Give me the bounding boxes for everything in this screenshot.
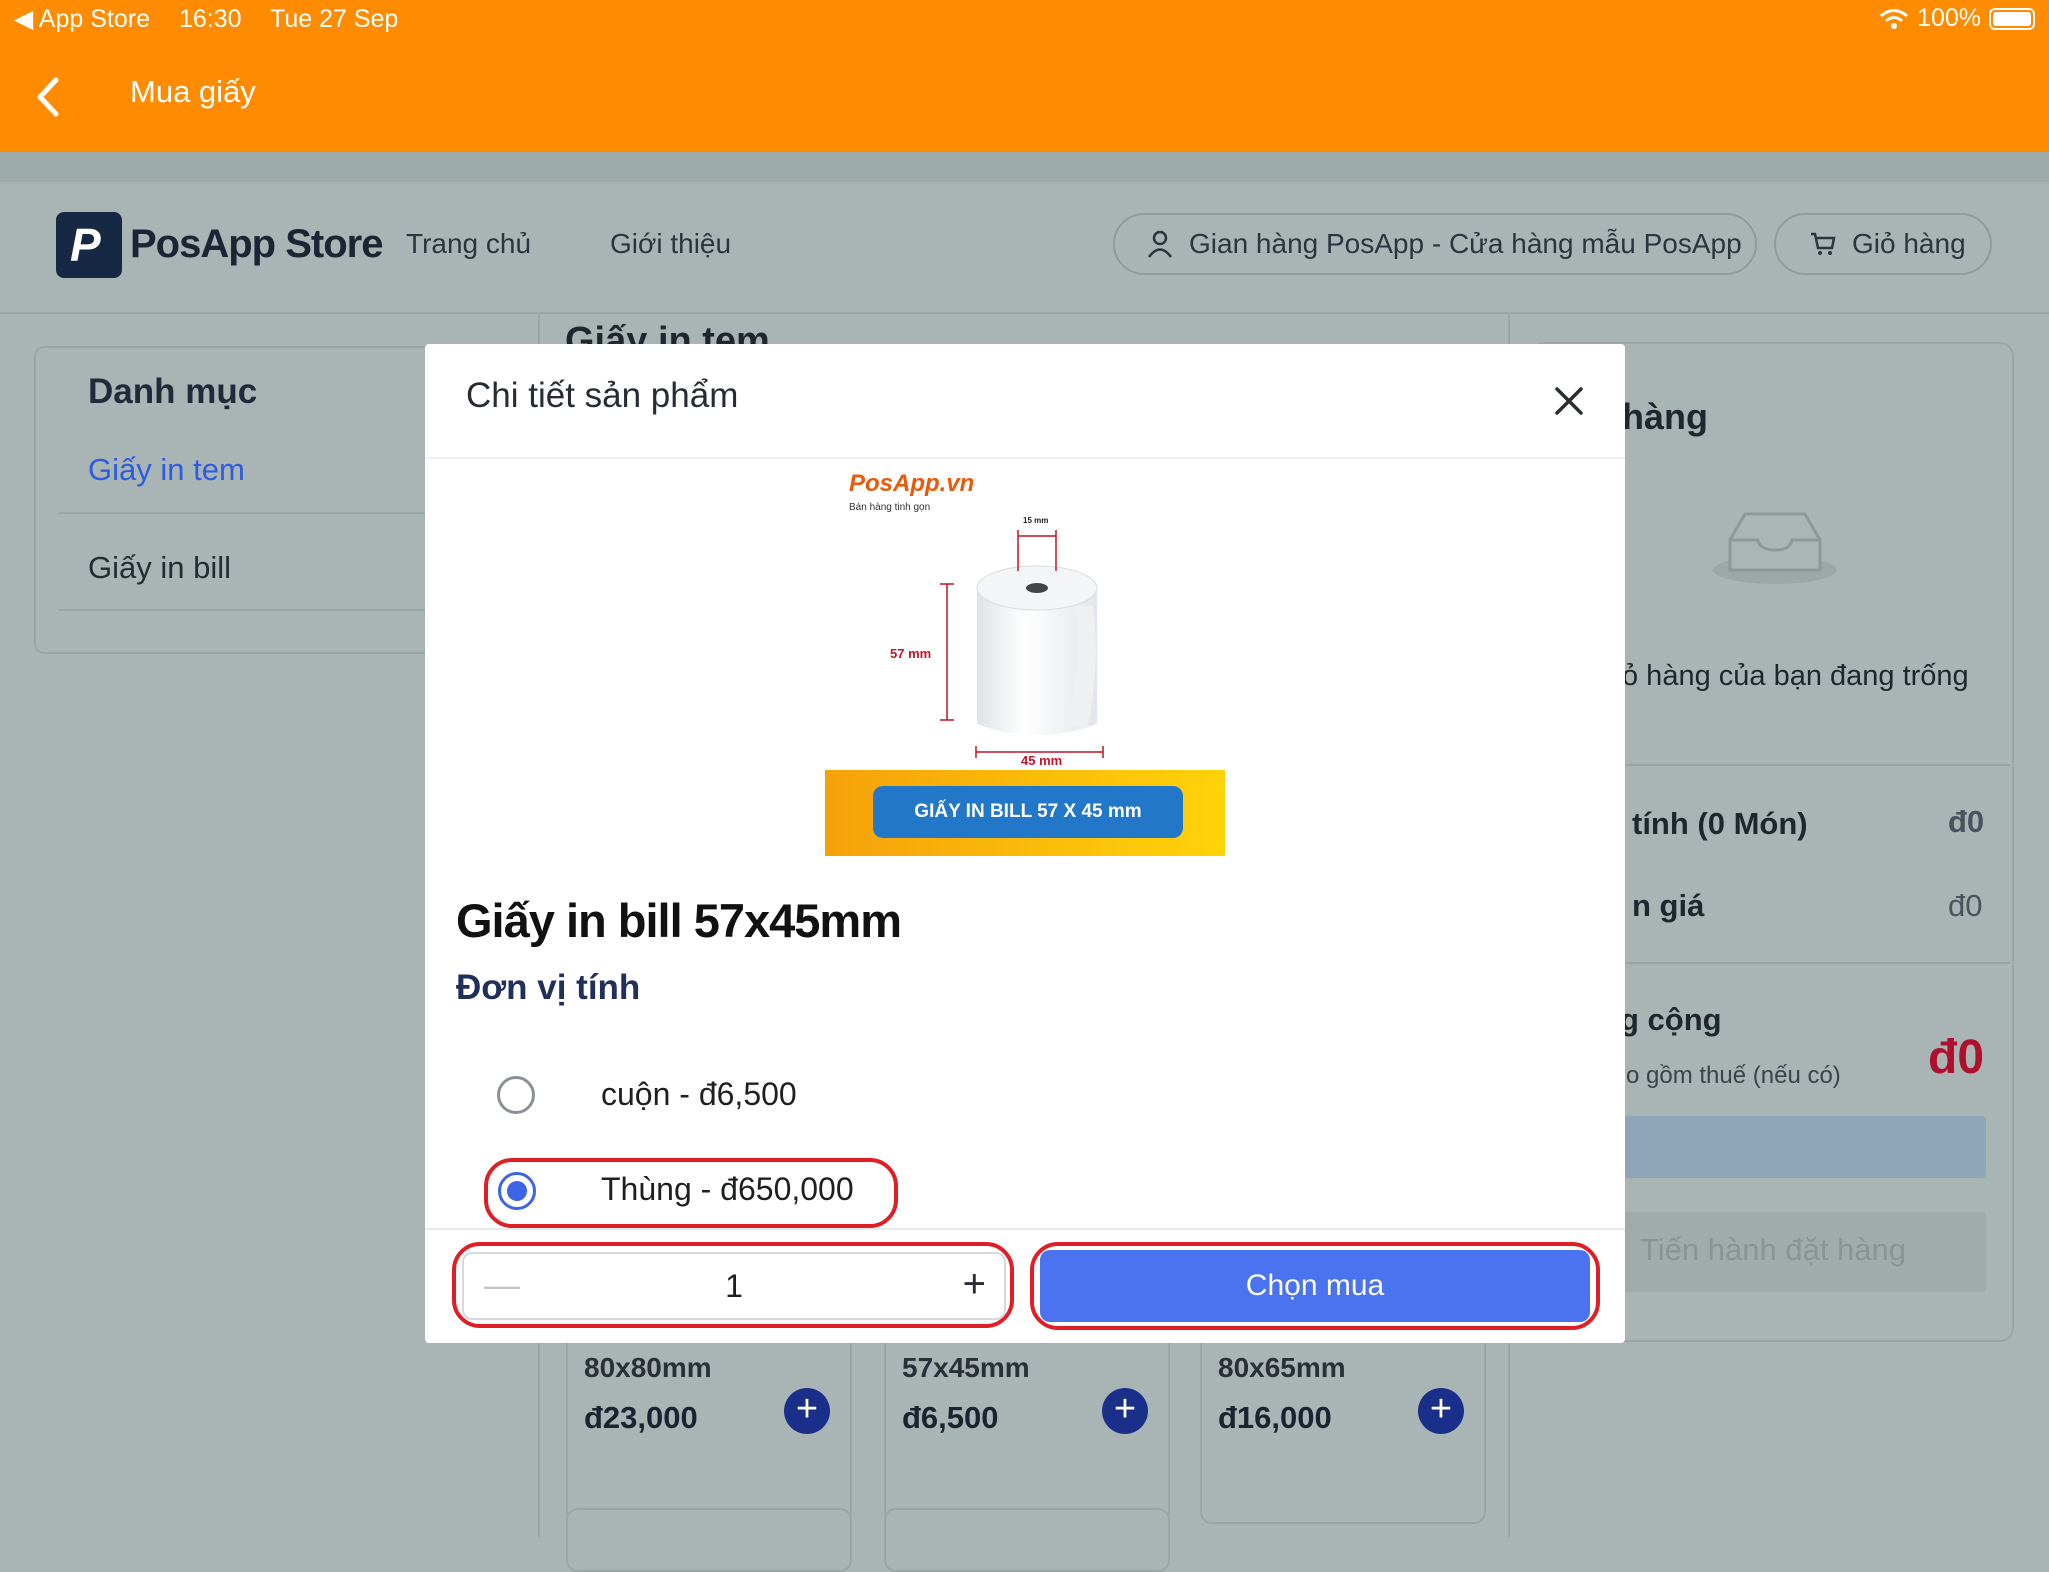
user-icon: [1147, 230, 1173, 258]
category-item-label-bill[interactable]: Giấy in bill: [88, 550, 231, 586]
product-name: 80x80mm: [584, 1352, 712, 1383]
empty-inbox-icon: [1713, 512, 1837, 584]
discount-label: n giá: [1632, 888, 1705, 923]
total-tax-note: o gồm thuế (nếu có): [1626, 1062, 1841, 1089]
modal-title: Chi tiết sản phẩm: [466, 376, 739, 415]
modal-header-divider: [425, 457, 1625, 459]
product-card[interactable]: [566, 1508, 852, 1572]
cart-divider: [1622, 962, 2010, 964]
nav-home-link[interactable]: Trang chủ: [406, 228, 531, 260]
category-item-label-tem[interactable]: Giấy in tem: [88, 452, 245, 488]
discount-value: đ0: [1948, 888, 1983, 923]
status-right: 100%: [1879, 4, 2035, 33]
quantity-value[interactable]: 1: [464, 1268, 1004, 1305]
dim-bottom-label: 45 mm: [1021, 753, 1063, 768]
product-name: 80x65mm: [1218, 1352, 1346, 1383]
status-bar: ◀ App Store 16:30 Tue 27 Sep: [14, 4, 420, 34]
app-bar-title: Mua giấy: [130, 74, 256, 109]
category-heading: Danh mục: [88, 372, 258, 411]
battery-percent: 100%: [1917, 4, 1981, 32]
total-label: g cộng: [1620, 1002, 1722, 1037]
subtotal-label: tính (0 Món): [1632, 806, 1808, 841]
quantity-stepper[interactable]: — 1 +: [462, 1252, 1006, 1320]
product-name: 57x45mm: [902, 1352, 1030, 1383]
back-to-app-link[interactable]: ◀ App Store: [14, 5, 150, 33]
close-icon[interactable]: [1548, 380, 1590, 422]
wifi-icon: [1880, 8, 1909, 29]
modal-footer-divider: [425, 1228, 1625, 1230]
add-to-cart-button[interactable]: +: [1418, 1388, 1464, 1434]
product-title: Giấy in bill 57x45mm: [456, 894, 902, 947]
unit-option-label[interactable]: Thùng - đ650,000: [601, 1171, 854, 1208]
dim-top-label: 15 mm: [1023, 516, 1049, 525]
product-price: đ23,000: [584, 1400, 698, 1435]
cart-info-bar: [1622, 1116, 1986, 1178]
cart-divider: [1622, 764, 2010, 766]
paper-roll-drawing: [940, 530, 1104, 758]
product-price: đ16,000: [1218, 1400, 1332, 1435]
nav-about-link[interactable]: Giới thiệu: [610, 228, 731, 260]
product-card[interactable]: [884, 1508, 1170, 1572]
add-to-cart-button[interactable]: +: [784, 1388, 830, 1434]
category-divider: [58, 609, 478, 611]
category-divider: [58, 512, 478, 514]
page-top-strip: [0, 152, 2049, 182]
cart-button-label: Giỏ hàng: [1852, 228, 1966, 259]
cart-heading: hàng: [1622, 396, 1708, 437]
add-to-cart-button[interactable]: +: [1102, 1388, 1148, 1434]
buy-button[interactable]: Chọn mua: [1040, 1250, 1590, 1322]
shop-selector-button[interactable]: Gian hàng PosApp - Cửa hàng mẫu PosApp: [1113, 213, 1757, 275]
brand-logo-icon[interactable]: P: [56, 212, 122, 278]
back-arrow-icon[interactable]: [28, 72, 68, 122]
product-price: đ6,500: [902, 1400, 999, 1435]
plus-icon[interactable]: +: [963, 1262, 986, 1307]
status-date: Tue 27 Sep: [270, 5, 399, 33]
image-banner-label: GIẤY IN BILL 57 X 45 mm: [873, 786, 1183, 838]
battery-icon: [1989, 7, 2035, 30]
unit-option-label[interactable]: cuộn - đ6,500: [601, 1076, 797, 1113]
unit-radio-thung[interactable]: [498, 1172, 536, 1210]
status-time: 16:30: [178, 5, 242, 33]
unit-label: Đơn vị tính: [456, 968, 641, 1007]
product-image: PosApp.vn Bán hàng tinh gọn 15 mm 57 mm …: [825, 466, 1225, 856]
cart-empty-message: ỏ hàng của bạn đang trống: [1622, 660, 1969, 692]
brand-name[interactable]: PosApp Store: [130, 222, 383, 267]
subtotal-value: đ0: [1948, 804, 1985, 839]
total-value: đ0: [1928, 1031, 1985, 1084]
unit-radio-cuon[interactable]: [497, 1076, 535, 1114]
shop-selector-label: Gian hàng PosApp - Cửa hàng mẫu PosApp: [1189, 228, 1742, 259]
cart-icon: [1811, 232, 1836, 255]
cart-button[interactable]: Giỏ hàng: [1774, 213, 1992, 275]
dim-left-label: 57 mm: [890, 646, 932, 661]
checkout-button-label: Tiến hành đặt hàng: [1640, 1232, 1907, 1267]
